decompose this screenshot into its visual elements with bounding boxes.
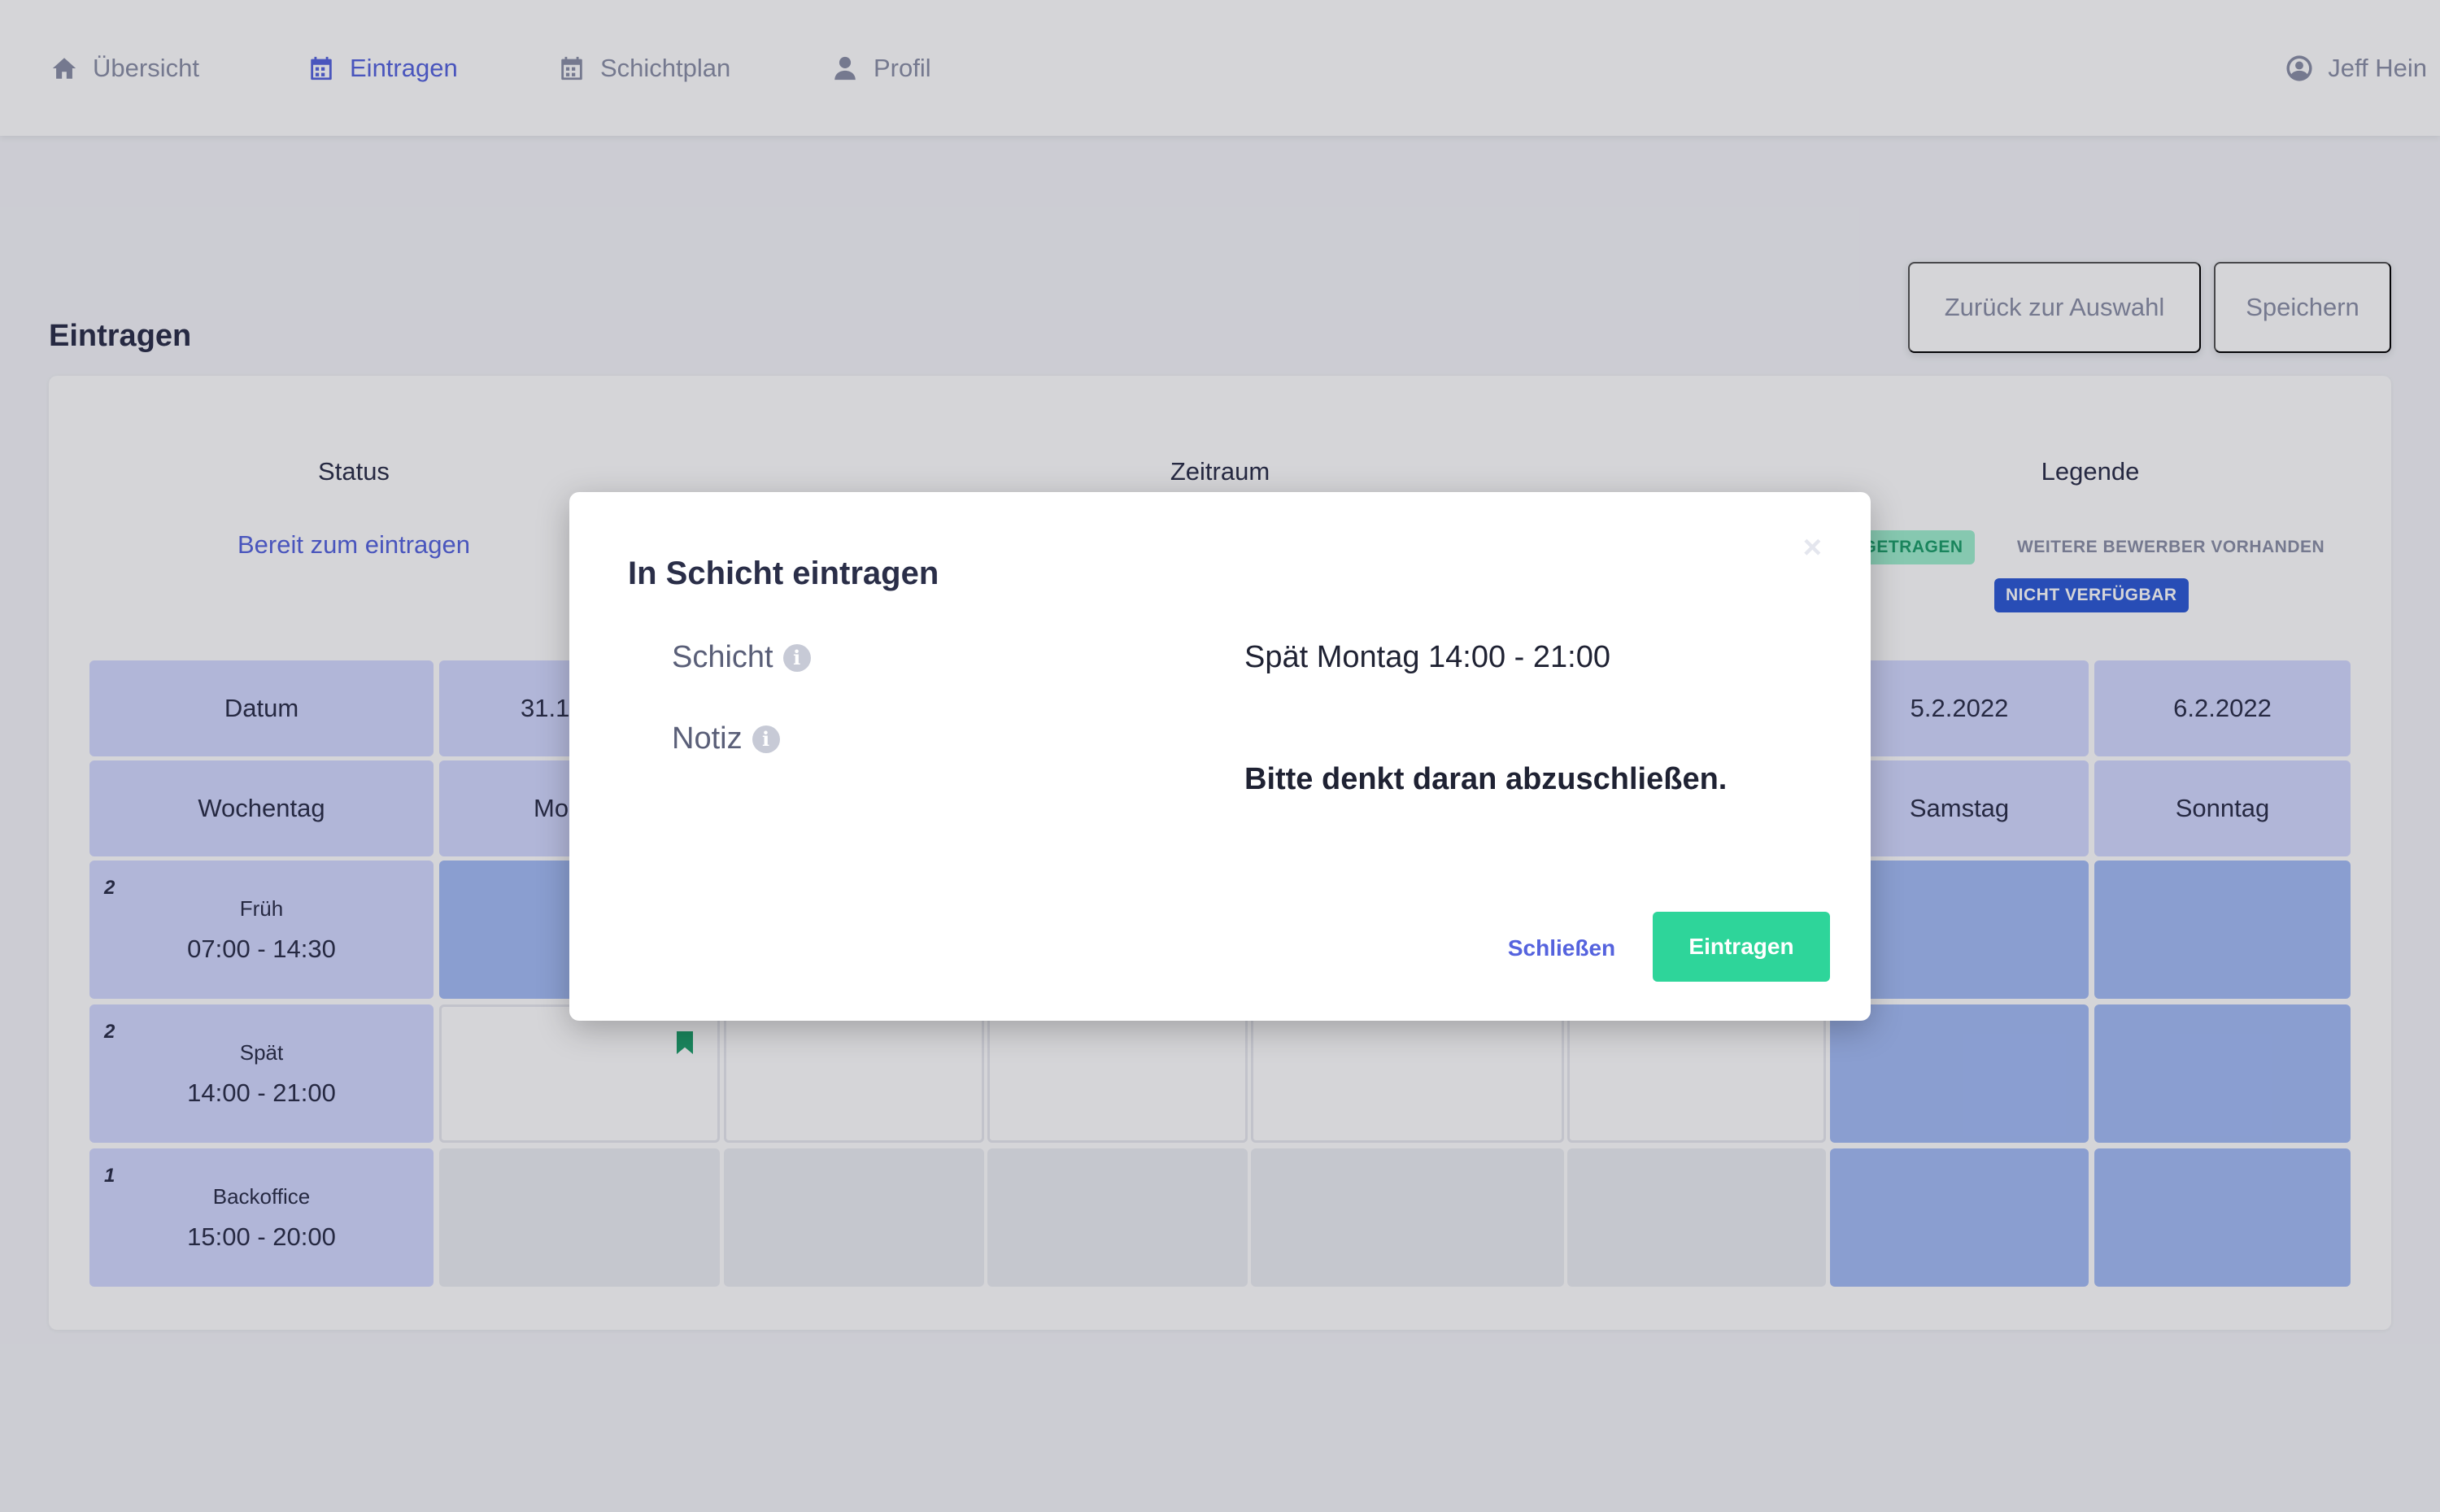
info-icon[interactable]: i [782,643,811,672]
notiz-label-text: Notiz [672,721,743,756]
schicht-label: Schicht i [672,640,811,675]
close-icon[interactable]: × [1803,529,1822,566]
schicht-label-text: Schicht [672,640,773,674]
close-button[interactable]: Schließen [1488,913,1635,983]
schicht-value: Spät Montag 14:00 - 21:00 [1244,640,1610,674]
submit-button[interactable]: Eintragen [1653,912,1830,982]
notiz-value: Bitte denkt daran abzuschließen. [1244,762,1728,796]
shift-signup-modal: × In Schicht eintragen Schicht i Spät Mo… [569,492,1871,1021]
info-icon[interactable]: i [752,725,780,753]
notiz-label: Notiz i [672,721,780,756]
modal-title: In Schicht eintragen [628,556,939,591]
